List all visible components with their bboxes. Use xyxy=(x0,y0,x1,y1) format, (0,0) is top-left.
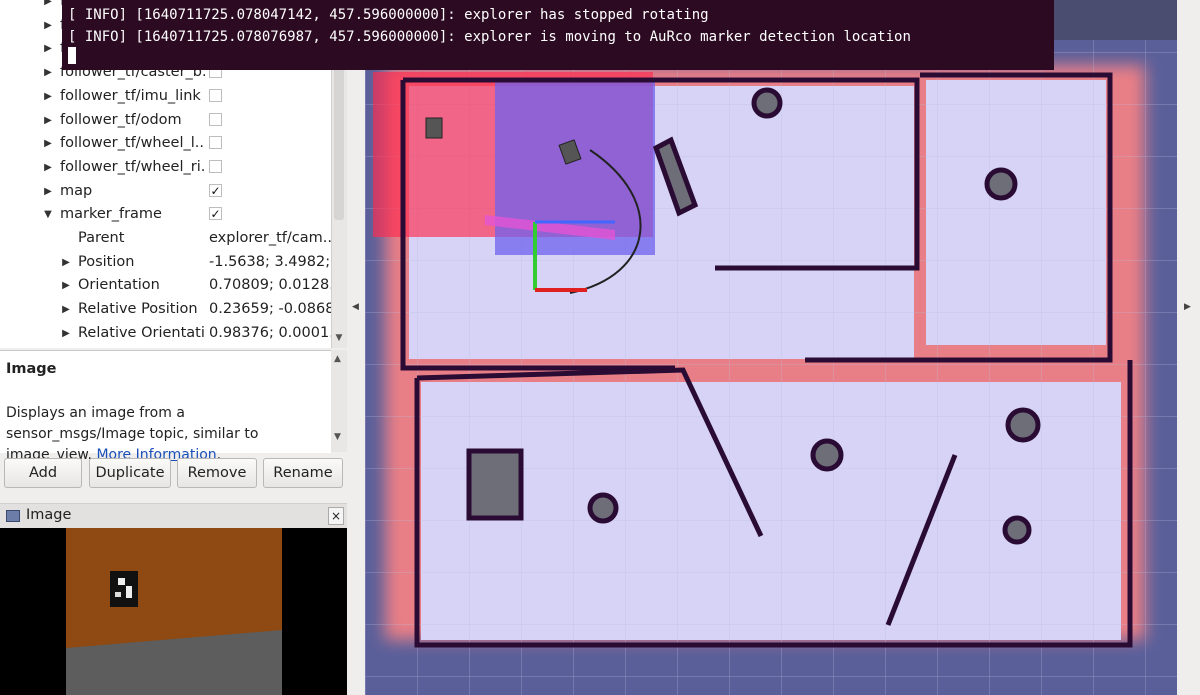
property-name: Relative Position xyxy=(78,301,198,318)
aruco-cell xyxy=(118,578,125,585)
description-panel: Image Displays an image from a sensor_ms… xyxy=(0,350,331,463)
display-item-label: follower_tf/imu_link xyxy=(60,87,201,104)
image-panel-titlebar: Image × xyxy=(0,503,347,528)
display-item-label: map xyxy=(60,182,93,199)
scroll-down-icon[interactable]: ▼ xyxy=(334,432,341,442)
collapse-icon[interactable]: ▶ xyxy=(42,109,54,132)
display-checkbox[interactable] xyxy=(209,112,222,126)
display-checkbox[interactable] xyxy=(209,88,222,102)
property-name: Orientation xyxy=(78,277,160,294)
collapse-icon[interactable]: ▶ xyxy=(42,14,54,37)
3d-view[interactable] xyxy=(365,0,1177,695)
rename-button[interactable]: Rename xyxy=(263,458,343,488)
collapse-left-icon[interactable]: ◀ xyxy=(352,302,359,312)
duplicate-button[interactable]: Duplicate xyxy=(89,458,171,488)
display-item-label: follower_tf/odom xyxy=(60,111,182,128)
display-checkbox[interactable] xyxy=(209,159,222,173)
check-mark: ✓ xyxy=(210,183,221,198)
description-scrollbar[interactable]: ▲ ▼ xyxy=(331,350,347,452)
display-checkbox[interactable] xyxy=(209,136,222,150)
collapse-icon[interactable]: ▶ xyxy=(60,251,72,274)
display-item[interactable]: ▶ follower_tf/imu_link xyxy=(0,85,331,108)
aruco-cell xyxy=(126,586,132,598)
add-button[interactable]: Add xyxy=(4,458,82,488)
collapse-icon[interactable]: ▶ xyxy=(42,61,54,84)
camera-image-canvas xyxy=(66,528,282,695)
aruco-cell xyxy=(115,592,121,597)
display-item-label: marker_frame xyxy=(60,206,162,223)
left-splitter[interactable]: ◀ xyxy=(347,0,365,695)
display-item[interactable]: ▶ follower_tf/wheel_ri... xyxy=(0,156,331,179)
property-value: 0.70809; 0.0128... xyxy=(209,277,331,294)
property-value: explorer_tf/cam... xyxy=(209,230,331,246)
display-item[interactable]: ▶ map ✓ xyxy=(0,180,331,203)
property-name: Parent xyxy=(78,230,125,246)
property-row[interactable]: ▶ Relative Position 0.23659; -0.0868... xyxy=(0,298,331,321)
property-name: Relative Orientati... xyxy=(78,324,206,341)
collapse-icon[interactable]: ▶ xyxy=(42,132,54,155)
property-value: -1.5638; 3.4982; ... xyxy=(209,253,331,270)
display-item[interactable]: ▼ marker_frame ✓ xyxy=(0,203,331,226)
collapse-icon[interactable]: ▶ xyxy=(42,0,54,13)
collapse-icon[interactable]: ▶ xyxy=(42,180,54,203)
costmap-canvas[interactable] xyxy=(365,0,1177,695)
left-panel: ▶f▶f▶f▶follower_tf/caster_b...▶follower_… xyxy=(0,0,347,695)
display-item[interactable]: ▶ follower_tf/wheel_l... xyxy=(0,132,331,155)
collapse-icon[interactable]: ▶ xyxy=(42,156,54,179)
display-item[interactable]: ▶ follower_tf/odom xyxy=(0,109,331,132)
camera-image xyxy=(0,528,347,695)
close-icon[interactable]: × xyxy=(328,507,344,525)
collapse-icon[interactable]: ▶ xyxy=(42,85,54,108)
property-row[interactable]: Parent explorer_tf/cam... xyxy=(0,227,331,250)
property-value: 0.98376; 0.0001... xyxy=(209,324,331,341)
display-buttons: Add Duplicate Remove Rename xyxy=(0,456,347,492)
property-row[interactable]: ▶ Orientation 0.70809; 0.0128... xyxy=(0,274,331,297)
property-row[interactable]: ▶ Position -1.5638; 3.4982; ... xyxy=(0,251,331,274)
display-item-label: follower_tf/wheel_l... xyxy=(60,135,205,152)
collapse-icon[interactable]: ▶ xyxy=(42,37,54,60)
remove-button[interactable]: Remove xyxy=(177,458,257,488)
follower-robot xyxy=(425,117,443,139)
display-checkbox[interactable]: ✓ xyxy=(209,183,222,198)
aruco-marker xyxy=(110,571,138,607)
description-title: Image xyxy=(6,361,57,377)
display-item-label: follower_tf/wheel_ri... xyxy=(60,158,205,175)
property-value: 0.23659; -0.0868... xyxy=(209,301,331,318)
property-row[interactable]: ▶ Relative Orientati... 0.98376; 0.0001... xyxy=(0,322,331,345)
collapse-icon[interactable]: ▶ xyxy=(60,322,72,345)
check-mark: ✓ xyxy=(210,207,221,222)
terminal-line: [ INFO] [1640711725.078047142, 457.59600… xyxy=(68,7,709,23)
terminal-cursor xyxy=(68,47,76,64)
collapse-right-icon[interactable]: ▶ xyxy=(1184,302,1191,312)
right-splitter[interactable]: ▶ xyxy=(1177,0,1200,695)
collapse-icon[interactable]: ▶ xyxy=(60,274,72,297)
image-panel-icon xyxy=(6,510,20,522)
scroll-up-icon[interactable]: ▲ xyxy=(334,354,341,364)
scroll-down-icon[interactable]: ▼ xyxy=(334,333,344,343)
property-name: Position xyxy=(78,253,135,270)
expand-icon[interactable]: ▼ xyxy=(42,203,54,226)
terminal-window[interactable]: [ INFO] [1640711725.078047142, 457.59600… xyxy=(62,0,1054,70)
collapse-icon[interactable]: ▶ xyxy=(60,298,72,321)
image-panel-title: Image xyxy=(26,507,72,523)
terminal-line: [ INFO] [1640711725.078076987, 457.59600… xyxy=(68,29,911,45)
display-checkbox[interactable]: ✓ xyxy=(209,207,222,222)
